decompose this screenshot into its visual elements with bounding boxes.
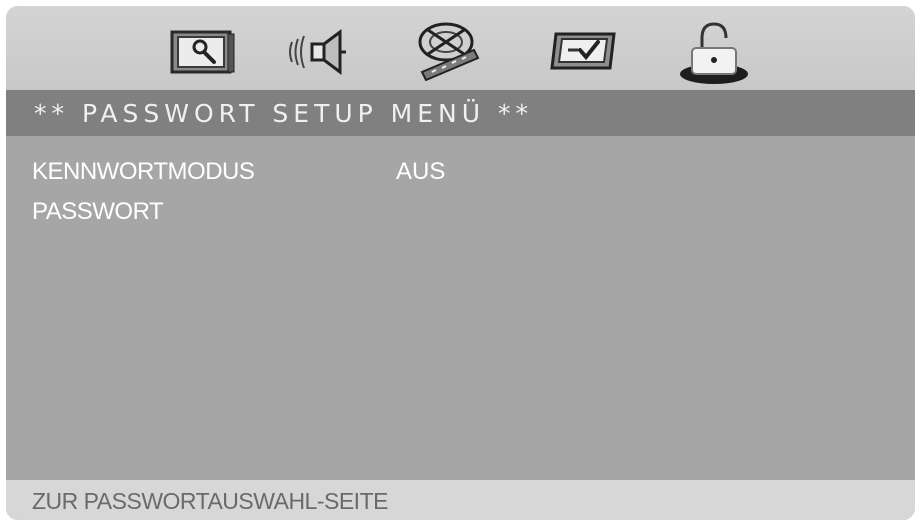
video-setup-icon[interactable] bbox=[408, 12, 488, 88]
menu-item-label: KENNWORTMODUS bbox=[32, 158, 255, 185]
status-bar: ZUR PASSWORTAUSWAHL-SEITE bbox=[6, 480, 915, 520]
preference-setup-icon-graphic bbox=[550, 32, 616, 70]
preference-setup-icon[interactable] bbox=[546, 12, 626, 88]
password-lock-icon-graphic bbox=[680, 22, 748, 84]
page-title: ** PASSWORT SETUP MENÜ ** bbox=[34, 99, 533, 128]
setup-tab-bar bbox=[6, 6, 915, 90]
audio-setup-icon[interactable] bbox=[282, 12, 362, 88]
password-lock-icon[interactable] bbox=[674, 12, 754, 88]
menu-item-password-mode[interactable]: KENNWORTMODUS AUS bbox=[6, 158, 915, 190]
audio-setup-icon-graphic bbox=[289, 29, 346, 75]
video-setup-icon-graphic bbox=[418, 22, 480, 82]
general-setup-icon[interactable] bbox=[164, 12, 244, 88]
menu-item-password[interactable]: PASSWORT bbox=[6, 198, 915, 230]
status-hint: ZUR PASSWORTAUSWAHL-SEITE bbox=[32, 488, 388, 514]
menu-item-label: PASSWORT bbox=[32, 198, 164, 225]
setup-menu-panel: ** PASSWORT SETUP MENÜ ** KENNWORTMODUS … bbox=[6, 6, 915, 520]
menu-content: KENNWORTMODUS AUS PASSWORT bbox=[6, 136, 915, 480]
menu-item-value: AUS bbox=[396, 158, 446, 185]
general-setup-icon-graphic bbox=[170, 30, 235, 74]
menu-title-bar: ** PASSWORT SETUP MENÜ ** bbox=[6, 90, 915, 136]
